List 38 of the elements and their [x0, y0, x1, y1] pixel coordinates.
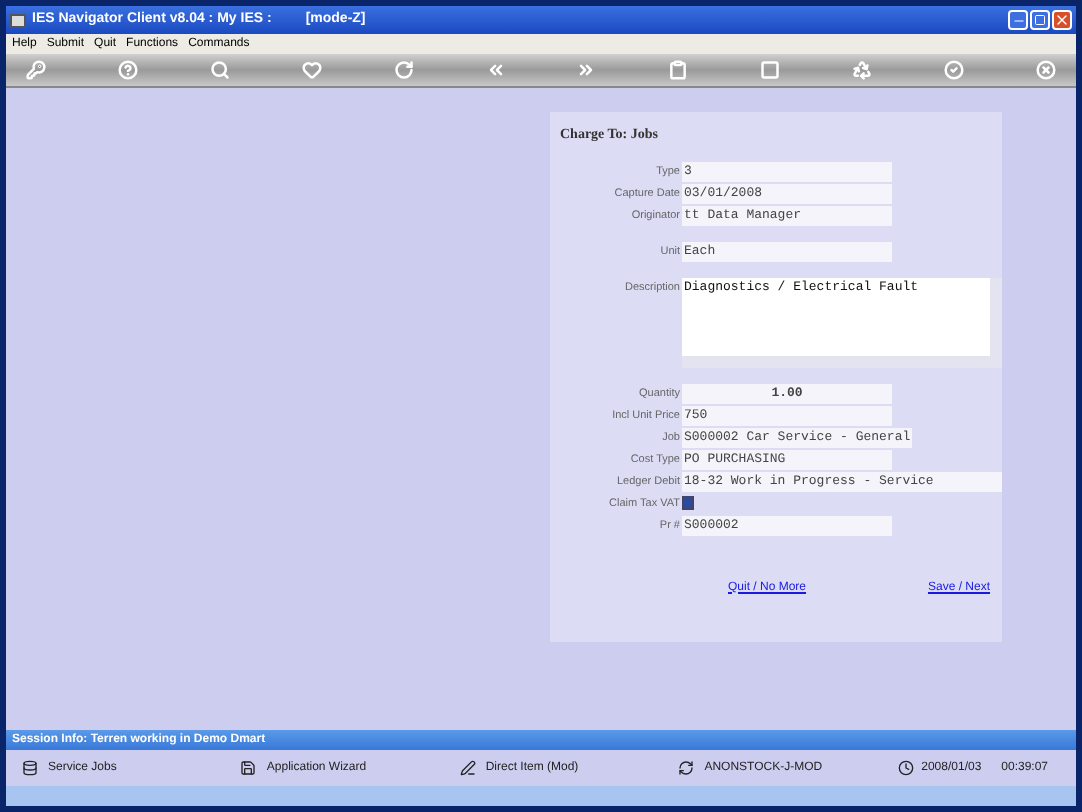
scrollbar[interactable]: [990, 277, 1002, 367]
toolbar-button[interactable]: [209, 60, 230, 80]
database-icon: [22, 760, 38, 776]
toolbar-button[interactable]: [668, 60, 689, 80]
double-chevron-left-icon: [485, 60, 506, 80]
sync-icon: [678, 760, 695, 776]
toolbar-button[interactable]: [485, 60, 506, 80]
close-icon: [1054, 12, 1070, 28]
heart-icon: [301, 60, 322, 80]
checkbox[interactable]: [682, 496, 694, 510]
search-icon: [209, 60, 230, 80]
check-icon: [944, 60, 965, 80]
clock-icon: [897, 760, 914, 776]
toolbar-button[interactable]: [1035, 60, 1056, 80]
toolbar-button[interactable]: [301, 60, 322, 80]
double-chevron-right-icon: [576, 60, 597, 80]
clipboard-icon: [668, 60, 689, 80]
toolbar-button[interactable]: [393, 60, 414, 80]
close-icon: [1035, 60, 1056, 80]
minimize-icon: [1011, 14, 1025, 28]
minimize-button[interactable]: [1008, 10, 1028, 30]
toolbar-button[interactable]: [852, 60, 873, 80]
pen-icon: [459, 760, 476, 776]
toolbar-button[interactable]: [944, 60, 965, 80]
refresh-icon: [393, 60, 414, 80]
toolbar-button[interactable]: [26, 60, 46, 80]
help-icon: [117, 60, 138, 80]
key-icon: [26, 60, 46, 80]
toolbar-button[interactable]: [760, 60, 781, 80]
app-icon: [10, 13, 26, 27]
toolbar-button[interactable]: [117, 60, 138, 80]
recycle-icon: [852, 60, 873, 80]
square-icon: [760, 60, 781, 80]
maximize-button[interactable]: [1030, 10, 1050, 30]
close-button[interactable]: [1052, 10, 1072, 30]
maximize-icon: [1034, 14, 1046, 26]
toolbar-button[interactable]: [576, 60, 597, 80]
horizontal-scrollbar[interactable]: [682, 355, 990, 367]
